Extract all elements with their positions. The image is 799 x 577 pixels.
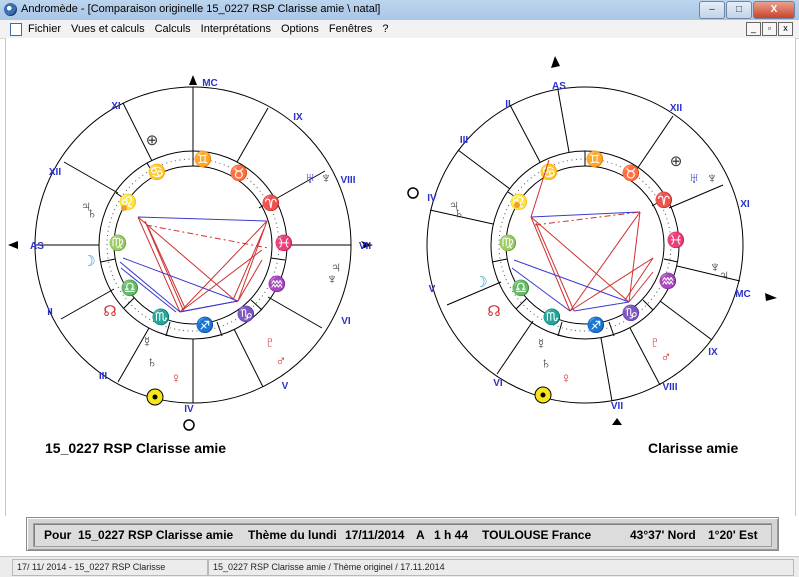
right-angle-as: AS bbox=[552, 81, 566, 92]
right-house-viii: VIII bbox=[662, 382, 677, 393]
left-house-viii: VIII bbox=[340, 175, 355, 186]
left-house-iii: III bbox=[99, 371, 108, 382]
right-house-xi: XI bbox=[740, 199, 750, 210]
status-bar: 17/ 11/ 2014 - 15_0227 RSP Clarisse 15_0… bbox=[0, 556, 799, 577]
left-house-xii: XII bbox=[49, 167, 61, 178]
info-subject: 15_0227 RSP Clarisse amie bbox=[78, 528, 234, 542]
info-at: A bbox=[416, 528, 425, 542]
right-angle-mc: MC bbox=[735, 289, 751, 300]
info-place: TOULOUSE France bbox=[482, 528, 592, 542]
left-house-v: V bbox=[282, 381, 289, 392]
left-angle-mc: MC bbox=[202, 78, 218, 89]
left-chart-name: 15_0227 RSP Clarisse amie bbox=[45, 440, 227, 456]
right-angle-iv: IV bbox=[427, 193, 437, 204]
left-house-ix: IX bbox=[293, 112, 303, 123]
left-angle-vii: VII bbox=[359, 241, 371, 252]
info-time: 1 h 44 bbox=[434, 528, 469, 542]
right-house-ix: IX bbox=[708, 347, 718, 358]
left-house-ii: II bbox=[47, 307, 53, 318]
right-house-v: V bbox=[429, 284, 436, 295]
status-left: 17/ 11/ 2014 - 15_0227 RSP Clarisse bbox=[12, 559, 208, 576]
info-panel: Pour 15_0227 RSP Clarisse amie Thème du … bbox=[26, 517, 779, 551]
info-theme: Thème du lundi bbox=[248, 528, 337, 542]
left-angle-iv: IV bbox=[184, 404, 194, 415]
info-date: 17/11/2014 bbox=[345, 528, 405, 542]
right-house-iii: III bbox=[460, 135, 469, 146]
status-right: 15_0227 RSP Clarisse amie / Thème origin… bbox=[208, 559, 794, 576]
right-angle-vii: VII bbox=[611, 401, 623, 412]
left-house-xi: XI bbox=[111, 101, 121, 112]
info-longitude: 1°20' Est bbox=[708, 528, 758, 542]
info-pour: Pour bbox=[44, 528, 72, 542]
right-house-ii: II bbox=[505, 99, 511, 110]
left-angle-as: AS bbox=[30, 241, 44, 252]
right-chart-name: Clarisse amie bbox=[648, 440, 739, 456]
right-house-vi: VI bbox=[493, 378, 503, 389]
right-house-xii: XII bbox=[670, 103, 682, 114]
left-house-vi: VI bbox=[341, 316, 351, 327]
info-latitude: 43°37' Nord bbox=[630, 528, 696, 542]
chart-labels: MC AS IV VII XI IX XII VIII II VI III V … bbox=[30, 78, 751, 415]
